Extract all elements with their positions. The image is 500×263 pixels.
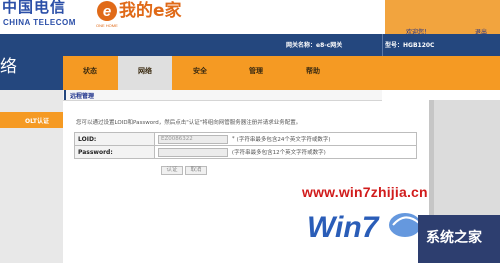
- gateway-name-label: 网关名称：e8-c网关: [286, 42, 343, 49]
- svg-text:e: e: [103, 3, 111, 20]
- china-telecom-logo-cn: 中国电信: [2, 0, 67, 16]
- product-tag: ONE HOME: [96, 23, 118, 28]
- auth-form-table: LOID: EZ0086322 * (字符串最多包含24个英文字符或数字) Pas…: [74, 132, 417, 159]
- sidebar-item-label[interactable]: OLT认证: [25, 116, 49, 125]
- password-hint: (字符串最多包含12个英文字符或数字): [231, 150, 326, 156]
- submenu-divider: [63, 100, 382, 101]
- product-logo-text: 我的e家: [119, 1, 182, 21]
- password-input[interactable]: [158, 147, 228, 157]
- model-label: 型号：HGB120C: [385, 42, 435, 49]
- tab-network[interactable]: 网络: [118, 56, 172, 90]
- watermark-brand: 系统之家: [426, 230, 482, 246]
- page-heading: 络: [0, 57, 17, 77]
- submenu-item-remote-management[interactable]: 远程管理: [70, 91, 94, 100]
- tab-status[interactable]: 状态: [63, 56, 117, 90]
- password-label: Password:: [74, 145, 155, 159]
- tab-manage[interactable]: 管理: [229, 56, 283, 90]
- cancel-button[interactable]: 取消: [185, 166, 207, 175]
- intro-text: 您可以通过设置LOID和Password，然后点击"认证"将组向网管服务器注册并…: [76, 120, 302, 126]
- watermark-url: www.win7zhijia.cn: [302, 184, 428, 200]
- watermark-logo-text: Win7: [307, 211, 380, 244]
- loid-required-mark: *: [231, 136, 235, 142]
- china-telecom-logo-en: CHINA TELECOM: [3, 18, 76, 27]
- tab-security[interactable]: 安全: [173, 56, 227, 90]
- loid-label: LOID:: [74, 132, 155, 146]
- table-row: Password: (字符串最多包含12个英文字符或数字): [74, 145, 417, 159]
- win7-watermark-logo-icon: Win7: [307, 211, 421, 244]
- submenu-bar: [63, 90, 382, 100]
- auth-button[interactable]: 认证: [161, 166, 183, 175]
- table-row: LOID: EZ0086322 * (字符串最多包含24个英文字符或数字): [74, 132, 417, 146]
- e-home-logo-icon: e: [97, 1, 117, 21]
- tab-help[interactable]: 帮助: [286, 56, 340, 90]
- password-cell: (字符串最多包含12个英文字符或数字): [154, 145, 417, 159]
- loid-hint: (字符串最多包含24个英文字符或数字): [236, 137, 331, 143]
- loid-input[interactable]: EZ0086322: [158, 134, 228, 144]
- submenu-marker: [64, 90, 66, 100]
- main-tab-bar: 状态 网络 安全 管理 帮助: [63, 56, 382, 90]
- loid-cell: EZ0086322 * (字符串最多包含24个英文字符或数字): [154, 132, 417, 146]
- tab-bar-filler: [382, 56, 500, 90]
